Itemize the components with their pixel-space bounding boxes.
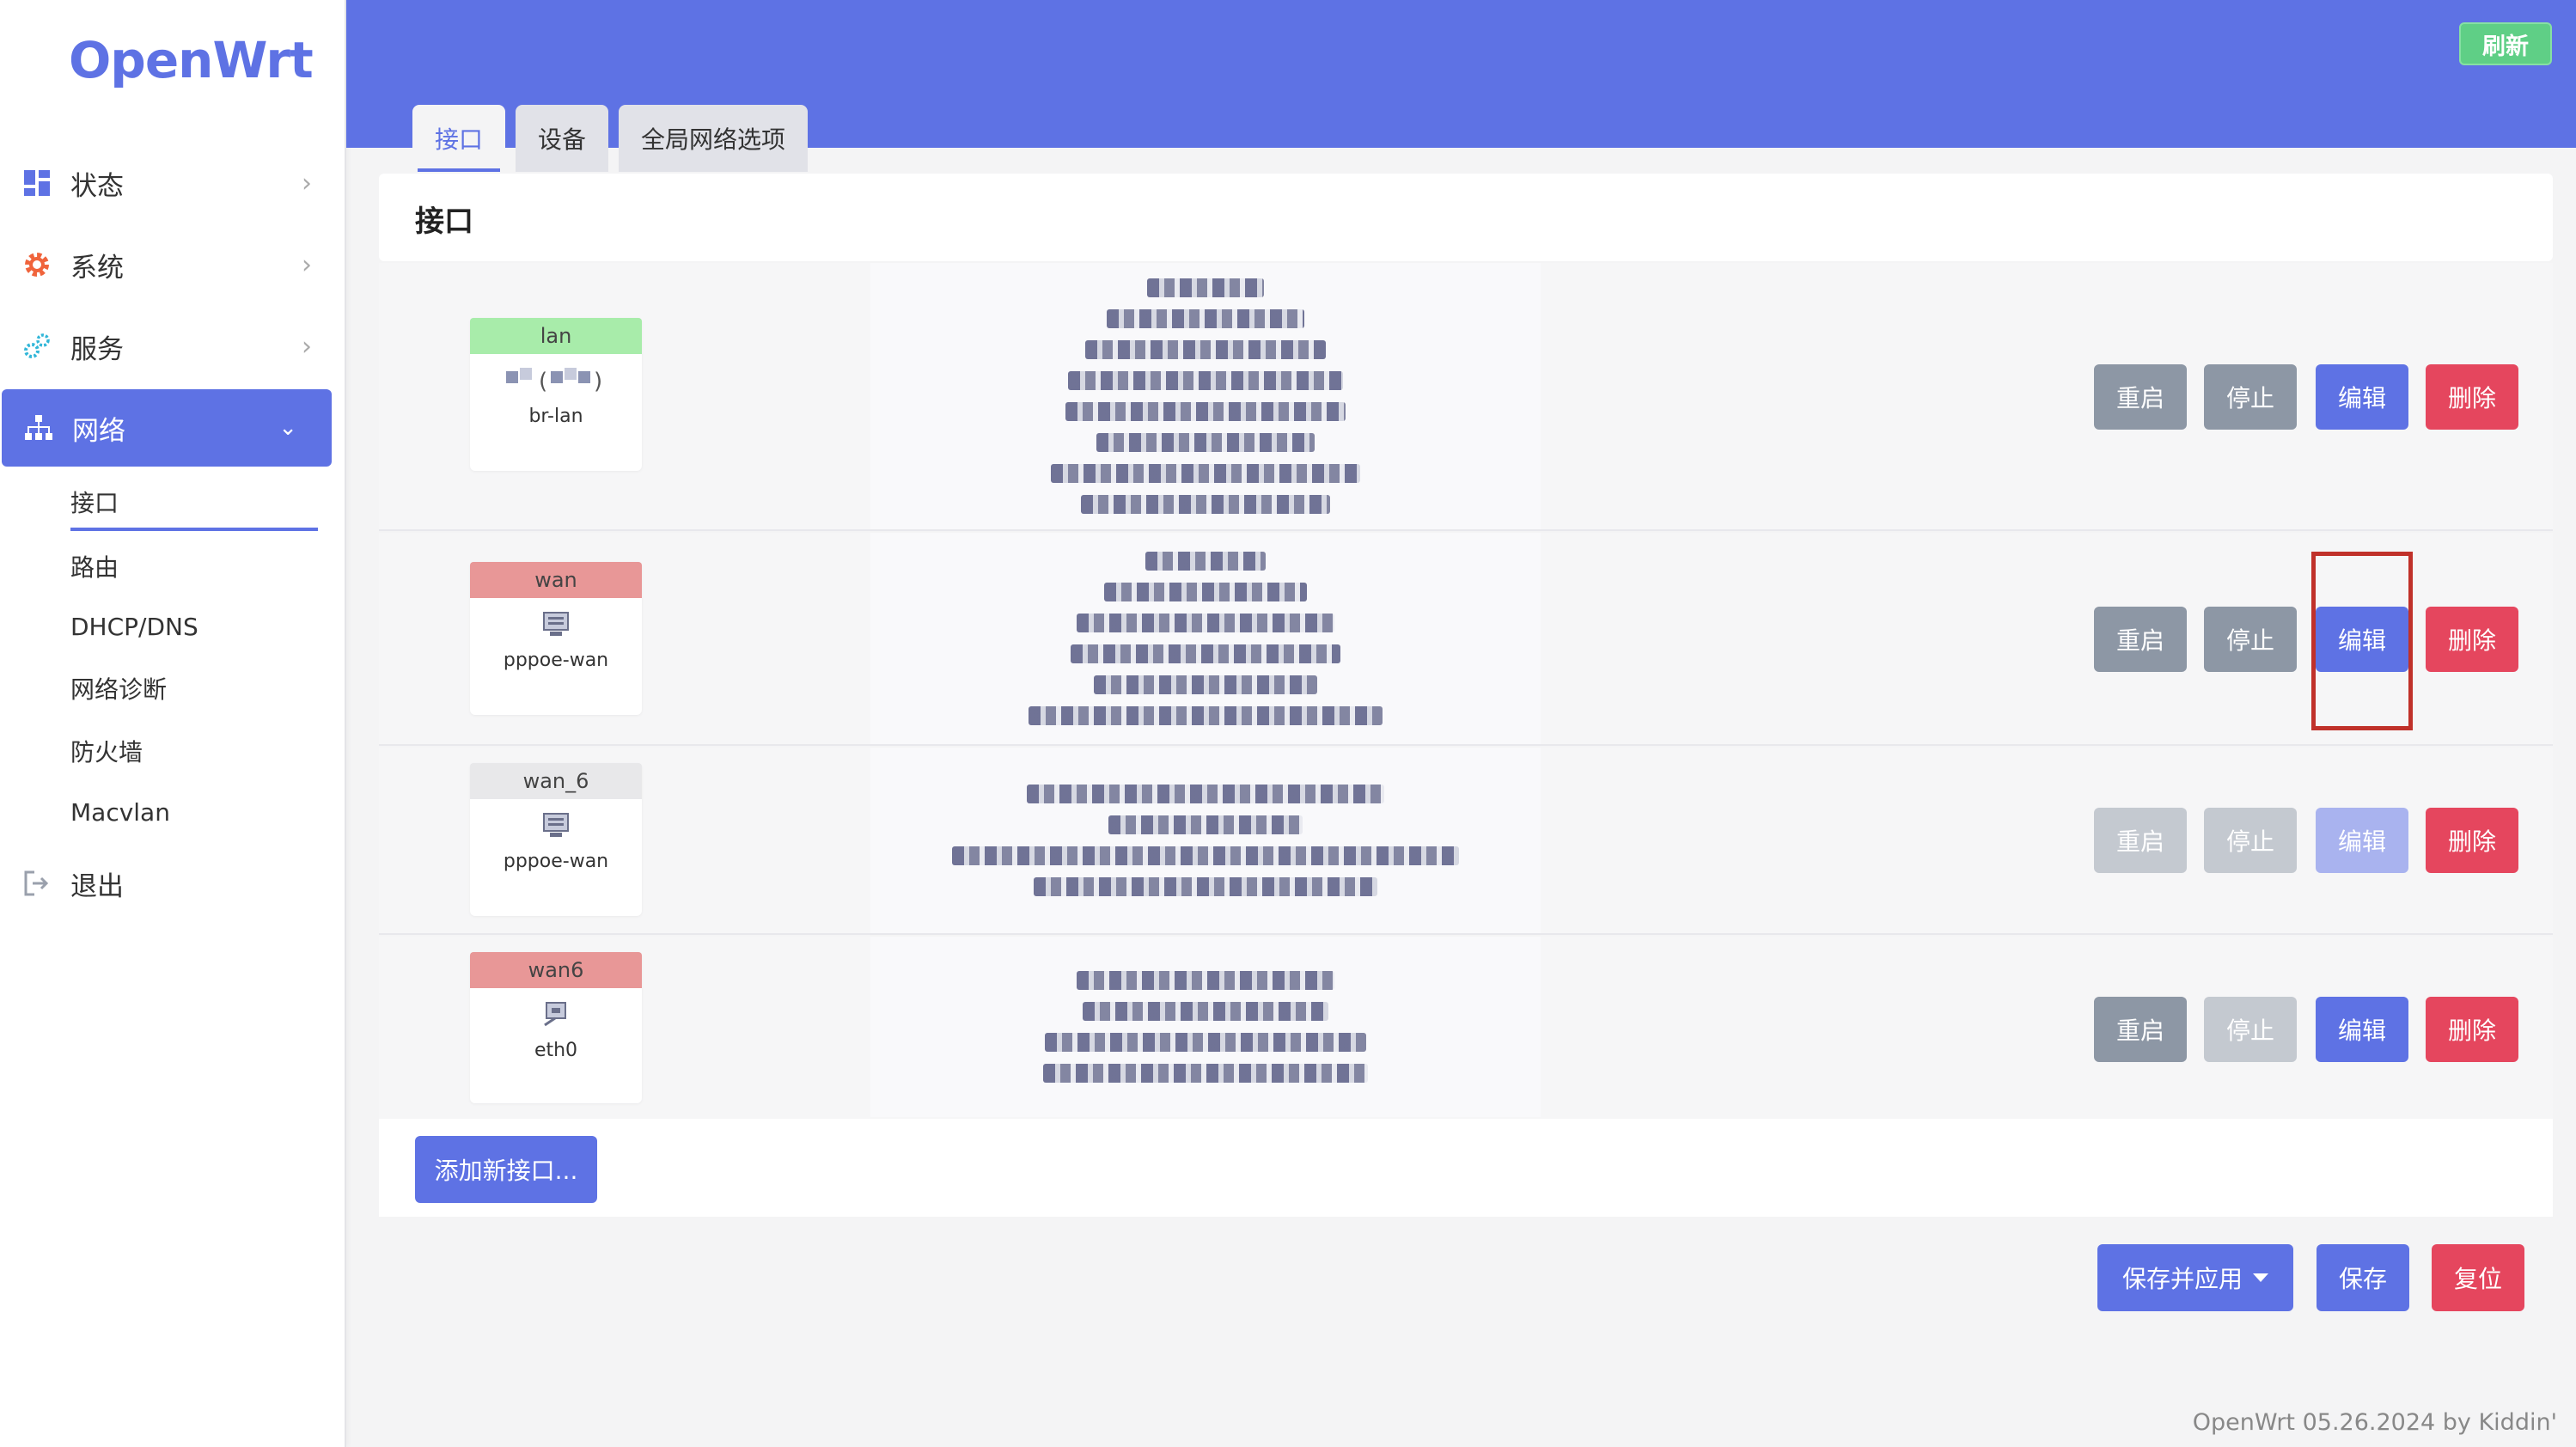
interface-device: pppoe-wan (503, 851, 609, 872)
interface-badge: wan pppoe-wan (470, 562, 642, 715)
dashboard-icon (21, 167, 53, 199)
interface-badge: wan_6 pppoe-wan (470, 763, 642, 916)
interface-row-wan: wan pppoe-wan 重启 停止 编辑 删除 (379, 533, 2553, 746)
delete-button[interactable]: 删除 (2426, 997, 2518, 1062)
interface-device: br-lan (528, 406, 583, 427)
restart-button[interactable]: 重启 (2094, 808, 2187, 873)
edit-button[interactable]: 编辑 (2316, 607, 2408, 672)
interface-badge: lan ( ) br-lan (470, 318, 642, 471)
section-header: 接口 (379, 174, 2553, 261)
interface-status-blurred (870, 937, 1541, 1117)
chevron-right-icon: › (302, 249, 312, 280)
sidebar-item-label: 退出 (70, 870, 124, 902)
chevron-right-icon: › (302, 331, 312, 362)
chevron-right-icon: › (302, 168, 312, 198)
add-interface-button[interactable]: 添加新接口... (415, 1136, 597, 1203)
interface-row-lan: lan ( ) br-lan 重启 停止 编辑 删除 (379, 263, 2553, 531)
save-apply-label: 保存并应用 (2121, 1265, 2243, 1293)
stop-button[interactable]: 停止 (2204, 607, 2297, 672)
sidebar-item-network[interactable]: 网络 ⌄ (2, 389, 332, 467)
interface-status-blurred (870, 533, 1541, 744)
edit-button[interactable]: 编辑 (2316, 997, 2408, 1062)
sidebar-subitem-diagnostics[interactable]: 网络诊断 (70, 661, 318, 716)
network-icon (22, 412, 55, 444)
caret-down-icon (2253, 1273, 2268, 1282)
interface-badge: wan6 eth0 (470, 952, 642, 1103)
chevron-down-icon: ⌄ (278, 415, 297, 441)
stop-button[interactable]: 停止 (2204, 808, 2297, 873)
sidebar-item-label: 状态 (70, 170, 124, 202)
interface-device: pppoe-wan (503, 650, 609, 671)
interface-name: lan (470, 318, 642, 354)
sidebar-subitem-macvlan[interactable]: Macvlan (70, 785, 318, 840)
stop-button[interactable]: 停止 (2204, 997, 2297, 1062)
sidebar: OpenWrt 状态 › 系统 › 服务 › 网络 ⌄ 接口 路由 DHCP/D… (0, 0, 346, 1447)
interface-status-blurred (870, 263, 1541, 529)
sidebar-subitem-dhcp-dns[interactable]: DHCP/DNS (70, 599, 318, 654)
sidebar-item-services[interactable]: 服务 › (0, 308, 346, 385)
save-apply-button[interactable]: 保存并应用 (2097, 1244, 2293, 1311)
edit-button[interactable]: 编辑 (2316, 808, 2408, 873)
sidebar-item-label: 网络 (72, 415, 125, 447)
interface-name: wan (470, 562, 642, 598)
footer-version: OpenWrt 05.26.2024 by Kiddin' (2192, 1409, 2557, 1436)
interface-name: wan_6 (470, 763, 642, 799)
tab-global-options[interactable]: 全局网络选项 (619, 105, 808, 172)
sidebar-subitem-interfaces[interactable]: 接口 (70, 476, 318, 531)
sidebar-subitem-firewall[interactable]: 防火墙 (70, 724, 318, 778)
svg-text:(: ( (539, 369, 547, 394)
delete-button[interactable]: 删除 (2426, 607, 2518, 672)
restart-button[interactable]: 重启 (2094, 364, 2187, 430)
edit-button[interactable]: 编辑 (2316, 364, 2408, 430)
sidebar-item-label: 系统 (70, 252, 124, 284)
section-title: 接口 (415, 205, 473, 239)
reset-button[interactable]: 复位 (2432, 1244, 2524, 1311)
stop-button[interactable]: 停止 (2204, 364, 2297, 430)
delete-button[interactable]: 删除 (2426, 364, 2518, 430)
svg-text:): ) (594, 369, 602, 394)
sidebar-item-logout[interactable]: 退出 (0, 845, 346, 922)
interface-name: wan6 (470, 952, 642, 988)
restart-button[interactable]: 重启 (2094, 997, 2187, 1062)
logout-icon (21, 867, 53, 900)
tab-interfaces[interactable]: 接口 (412, 105, 505, 172)
ppp-icon (470, 598, 642, 650)
interface-status-blurred (870, 748, 1541, 933)
sidebar-item-system[interactable]: 系统 › (0, 226, 346, 303)
ethernet-icon (470, 988, 642, 1040)
openwrt-logo[interactable]: OpenWrt (69, 31, 314, 89)
add-interface-bar: 添加新接口... (379, 1119, 2553, 1217)
cogs-icon (21, 330, 53, 363)
refresh-button[interactable]: 刷新 (2459, 22, 2552, 65)
sidebar-subitem-routes[interactable]: 路由 (70, 539, 318, 594)
save-button[interactable]: 保存 (2317, 1244, 2409, 1311)
delete-button[interactable]: 删除 (2426, 808, 2518, 873)
sidebar-item-label: 服务 (70, 333, 124, 365)
bridge-icon: ( ) (470, 354, 642, 406)
interface-row-wan_6: wan_6 pppoe-wan 重启 停止 编辑 删除 (379, 748, 2553, 935)
interface-device: eth0 (534, 1040, 578, 1061)
tab-devices[interactable]: 设备 (516, 105, 608, 172)
restart-button[interactable]: 重启 (2094, 607, 2187, 672)
sidebar-item-status[interactable]: 状态 › (0, 144, 346, 222)
interface-row-wan6: wan6 eth0 重启 停止 编辑 删除 (379, 937, 2553, 1119)
ppp-icon (470, 799, 642, 851)
gear-icon (21, 248, 53, 281)
